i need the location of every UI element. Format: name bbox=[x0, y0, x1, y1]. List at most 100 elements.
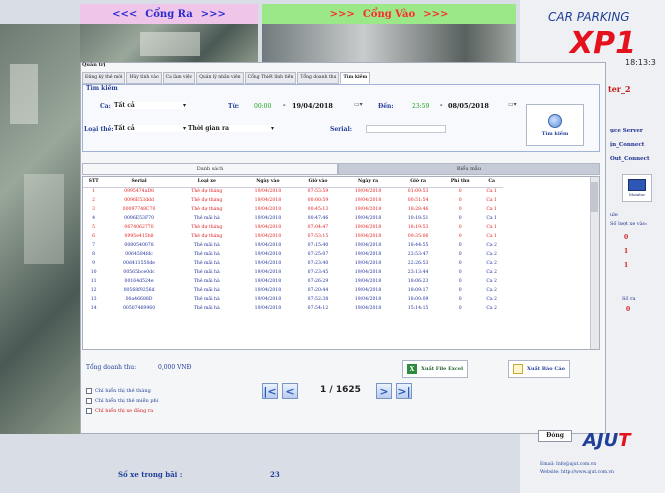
table-cell: 19/04/2018 bbox=[254, 216, 282, 221]
checkbox-free[interactable]: Chỉ hiển thị thẻ miễn phí bbox=[86, 398, 158, 404]
table-cell: 07:20:44 bbox=[307, 288, 329, 293]
table-cell: 19/04/2018 bbox=[254, 279, 282, 284]
close-button[interactable]: Đóng bbox=[538, 430, 572, 442]
table-row[interactable]: 13 00a46688D Thẻ mãi hà 19/04/2018 07:52:38 1… bbox=[83, 295, 503, 304]
table-row[interactable]: 6 0995e415h8 Thẻ dự tháng 19/04/2018 07:53:1… bbox=[83, 232, 503, 241]
table-cell: 4 bbox=[92, 216, 96, 221]
column-header[interactable]: Giờ vào bbox=[296, 177, 340, 188]
tab-revenue[interactable]: Tổng doanh thu bbox=[297, 72, 340, 84]
column-header[interactable]: Serial bbox=[104, 177, 174, 188]
table-row[interactable]: 10 00565bce0dc Thẻ mãi hà 19/04/2018 07:23:4… bbox=[83, 268, 503, 277]
tab-stats[interactable]: Biểu mẫu bbox=[338, 163, 600, 175]
shift-select[interactable]: Tất cả ▾ bbox=[114, 102, 186, 109]
table-row[interactable]: 7 0080540078 Thẻ mãi hà 19/04/2018 07:15:40 1… bbox=[83, 241, 503, 250]
checkbox-box[interactable] bbox=[86, 398, 92, 404]
table-row[interactable]: 11 00164d524e Thẻ mãi hà 19/04/2018 07:26:29… bbox=[83, 277, 503, 286]
next-page-button[interactable]: > bbox=[376, 383, 392, 399]
table-cell: 00d411550de bbox=[123, 261, 156, 266]
table-cell: 00:45:13 bbox=[307, 207, 329, 212]
card-type-select[interactable]: Tất cả ▾ bbox=[114, 125, 186, 132]
checkbox-monthly[interactable]: Chỉ hiển thị thẻ tháng bbox=[86, 388, 151, 394]
checkbox-box[interactable] bbox=[86, 408, 92, 414]
column-header[interactable]: Ngày vào bbox=[239, 177, 297, 188]
table-cell: 3 bbox=[92, 207, 96, 212]
exits-label: Số ra bbox=[622, 296, 636, 302]
tab-staff[interactable]: Quản lý nhân viên bbox=[196, 72, 244, 84]
table-cell: 2 bbox=[92, 198, 96, 203]
table-cell: 07:04:47 bbox=[307, 225, 329, 230]
tab-list[interactable]: Danh sách bbox=[82, 163, 338, 175]
table-cell: Ca 2 bbox=[486, 270, 497, 275]
table-cell: 19/04/2018 bbox=[254, 297, 282, 302]
table-cell: 19/04/2018 bbox=[254, 207, 282, 212]
table-cell: 18:09:17 bbox=[407, 288, 429, 293]
column-header[interactable]: Ngày ra bbox=[339, 177, 397, 188]
table-row[interactable]: 5 0674062770 Thẻ dự tháng 19/04/2018 07:04:4… bbox=[83, 223, 503, 232]
table-cell: 0 bbox=[458, 252, 462, 257]
table-cell: 0995e415h8 bbox=[124, 234, 154, 239]
service-server-link[interactable]: ụce Server bbox=[610, 128, 643, 134]
checkbox-exited[interactable]: Chỉ hiển thị xe đăng ra bbox=[86, 408, 153, 414]
table-cell: Ca 2 bbox=[486, 252, 497, 257]
column-header[interactable]: Giờ ra bbox=[396, 177, 441, 188]
table-cell: 01:09:53 bbox=[407, 189, 429, 195]
tab-register-card[interactable]: Đăng ký thẻ mới bbox=[82, 72, 126, 84]
table-row[interactable]: 14 00507469960 Thẻ mãi hà 19/04/2018 07:54:1… bbox=[83, 304, 503, 313]
to-time[interactable]: 23:59 bbox=[412, 103, 429, 110]
side-note: ule bbox=[610, 212, 618, 218]
first-page-button[interactable]: |< bbox=[262, 383, 278, 399]
scrollbar-thumb[interactable] bbox=[591, 182, 598, 212]
monitor-button[interactable]: Monitor bbox=[622, 174, 652, 202]
checkbox-box[interactable] bbox=[86, 388, 92, 394]
tab-cancel-entry[interactable]: Hủy tình vào bbox=[126, 72, 162, 84]
table-row[interactable]: 4 0096E53F70 Thẻ mãi hà 19/04/2018 00:47:46 1… bbox=[83, 214, 503, 223]
tab-pricing[interactable]: Cổng Thiết lình tiền bbox=[244, 72, 297, 84]
table-cell: 10 bbox=[90, 270, 97, 275]
export-excel-button[interactable]: X Xuất File Excel bbox=[402, 360, 468, 378]
table-cell: 12 bbox=[90, 288, 97, 293]
table-cell: Thẻ mãi hà bbox=[193, 297, 220, 302]
shift-select-value: Tất cả bbox=[114, 102, 135, 109]
table-row[interactable]: 1 0995474aD8 Thẻ dự tháng 19/04/2018 07:53:5… bbox=[83, 187, 503, 196]
table-cell: Thẻ dự tháng bbox=[191, 198, 223, 203]
shift-label: Ca: bbox=[100, 103, 111, 110]
column-header[interactable]: Loại xe bbox=[173, 177, 240, 188]
tab-shifts[interactable]: Ca làm việc bbox=[162, 72, 196, 84]
table-row[interactable]: 9 00d411550de Thẻ mãi hà 19/04/2018 07:23:40… bbox=[83, 259, 503, 268]
time-mode-select[interactable]: Thời gian ra ▾ bbox=[188, 125, 274, 132]
prev-page-button[interactable]: < bbox=[282, 383, 298, 399]
last-page-button[interactable]: >| bbox=[396, 383, 412, 399]
from-time[interactable]: 00:00 bbox=[254, 103, 271, 110]
table-cell: Ca 2 bbox=[486, 243, 497, 248]
export-report-button[interactable]: Xuất Báo Cáo bbox=[508, 360, 570, 378]
last-page-icon: >| bbox=[397, 384, 411, 398]
out-connect-link[interactable]: Out_Connect bbox=[610, 156, 650, 162]
calendar-icon[interactable]: ▭▾ bbox=[354, 101, 363, 108]
brand-title: CAR PARKING bbox=[548, 10, 630, 24]
serial-input[interactable] bbox=[366, 125, 446, 133]
table-cell: 0096E53ddd bbox=[124, 198, 154, 203]
column-header[interactable]: Ca bbox=[480, 177, 503, 188]
camera-feed-left bbox=[0, 24, 80, 434]
window-title: Quản trị bbox=[82, 62, 106, 68]
table-cell: 19/04/2018 bbox=[354, 207, 382, 212]
table-cell: 0 bbox=[458, 279, 462, 284]
table-row[interactable]: 8 0064584fdc Thẻ mãi hà 19/04/2018 07:25:07 1… bbox=[83, 250, 503, 259]
from-date[interactable]: 19/04/2018 bbox=[292, 102, 333, 110]
table-cell: 00a46688D bbox=[125, 297, 153, 302]
to-date[interactable]: 08/05/2018 bbox=[448, 102, 489, 110]
column-header[interactable]: STT bbox=[83, 177, 105, 188]
table-cell: 07:25:07 bbox=[307, 252, 329, 257]
table-row[interactable]: 12 00568f9256d Thẻ mãi hà 19/04/2018 07:20:4… bbox=[83, 286, 503, 295]
in-connect-link[interactable]: ịn_Connect bbox=[610, 142, 644, 148]
table-row[interactable]: 3 00097748C70 Thẻ dự tháng 19/04/2018 00:45:… bbox=[83, 205, 503, 214]
search-button[interactable]: Tìm kiếm bbox=[526, 104, 584, 146]
table-row[interactable]: 2 0096E53ddd Thẻ dự tháng 19/04/2018 00:00:5… bbox=[83, 196, 503, 205]
table-cell: 07:53:59 bbox=[307, 189, 329, 195]
tab-search[interactable]: Tìm kiếm bbox=[340, 72, 371, 84]
calendar-icon[interactable]: ▭▾ bbox=[508, 101, 517, 108]
table-cell: 00507469960 bbox=[122, 306, 156, 311]
table-cell: 19/04/2018 bbox=[254, 225, 282, 230]
column-header[interactable]: Phí thu bbox=[440, 177, 481, 188]
table-cell: 0 bbox=[458, 270, 462, 275]
